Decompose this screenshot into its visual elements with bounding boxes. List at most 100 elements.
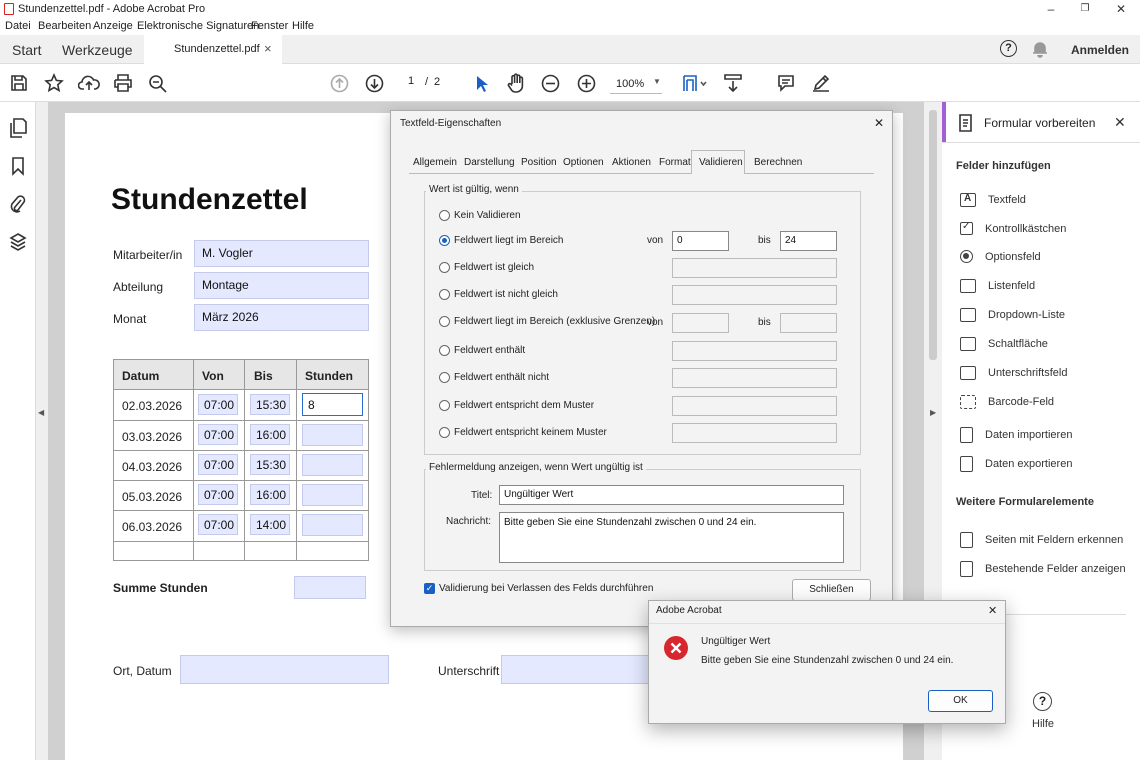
tab-format[interactable]: Format <box>655 157 695 168</box>
help-icon[interactable]: ? <box>1000 40 1017 57</box>
draw-pen-icon[interactable] <box>811 73 831 93</box>
import-data-item[interactable]: Daten importieren <box>960 427 1072 443</box>
radio-range[interactable] <box>439 235 450 246</box>
page-layout-icon[interactable] <box>682 74 708 93</box>
zoom-in-icon[interactable] <box>577 74 596 93</box>
table-cell-from[interactable]: 07:00 <box>198 484 238 505</box>
table-cell-hours[interactable] <box>302 514 363 536</box>
save-icon[interactable] <box>10 74 28 92</box>
menu-anzeige[interactable]: Anzeige <box>93 20 133 32</box>
add-button-item[interactable]: Schaltfläche <box>960 337 1048 351</box>
page-number-input[interactable]: 1 <box>402 75 420 91</box>
tab-start[interactable]: Start <box>12 42 42 58</box>
signin-button[interactable]: Anmelden <box>1071 43 1129 57</box>
employee-field[interactable]: M. Vogler <box>194 240 369 267</box>
table-cell-to[interactable]: 16:00 <box>250 484 290 505</box>
contains-input[interactable] <box>672 341 837 361</box>
table-cell-to[interactable]: 16:00 <box>250 424 290 445</box>
table-cell-hours-active[interactable]: 8 <box>302 393 363 416</box>
panel-close-icon[interactable]: ✕ <box>1114 114 1126 131</box>
option-matches-pattern[interactable]: Feldwert entspricht dem Muster <box>454 400 594 411</box>
tab-options[interactable]: Optionen <box>559 157 608 168</box>
tab-tools[interactable]: Werkzeuge <box>62 42 133 58</box>
scrollbar-thumb[interactable] <box>929 110 937 360</box>
next-page-icon[interactable] <box>365 74 384 93</box>
minimize-button[interactable]: – <box>1034 0 1068 18</box>
attachments-icon[interactable] <box>10 194 26 214</box>
add-signature-field-item[interactable]: Unterschriftsfeld <box>960 366 1067 380</box>
radio-not-equals[interactable] <box>439 289 450 300</box>
option-range[interactable]: Feldwert liegt im Bereich <box>454 235 563 246</box>
page-thumbnails-icon[interactable] <box>9 118 27 138</box>
tab-appearance[interactable]: Darstellung <box>460 157 519 168</box>
equals-input[interactable] <box>672 258 837 278</box>
close-tab-icon[interactable]: × <box>264 41 272 56</box>
zoom-dropdown[interactable]: 100% ▼ <box>610 72 662 94</box>
table-cell-from[interactable]: 07:00 <box>198 514 238 535</box>
radio-range-exclusive[interactable] <box>439 316 450 327</box>
show-fields-item[interactable]: Bestehende Felder anzeigen <box>960 561 1126 577</box>
tab-position[interactable]: Position <box>517 157 561 168</box>
sum-hours-field[interactable] <box>294 576 366 599</box>
error-title-input[interactable]: Ungültiger Wert <box>499 485 844 505</box>
close-dialog-button[interactable]: Schließen <box>792 579 871 601</box>
print-icon[interactable] <box>113 74 133 92</box>
radio-not-matches-pattern[interactable] <box>439 427 450 438</box>
month-field[interactable]: März 2026 <box>194 304 369 331</box>
hand-tool-icon[interactable] <box>506 73 526 94</box>
menu-fenster[interactable]: Fenster <box>251 20 288 32</box>
panel-help-label[interactable]: Hilfe <box>1032 718 1054 730</box>
export-data-item[interactable]: Daten exportieren <box>960 456 1072 472</box>
table-cell-from[interactable]: 07:00 <box>198 394 238 415</box>
tab-calculate[interactable]: Berechnen <box>750 157 806 168</box>
add-barcode-item[interactable]: Barcode-Feld <box>960 395 1054 409</box>
maximize-button[interactable]: ❐ <box>1068 0 1102 18</box>
add-checkbox-item[interactable]: ✓ Kontrollkästchen <box>960 221 1066 235</box>
expand-right-icon[interactable]: ▶ <box>930 408 936 417</box>
tab-actions[interactable]: Aktionen <box>608 157 655 168</box>
menu-hilfe[interactable]: Hilfe <box>292 20 314 32</box>
left-panel-collapse[interactable]: ◀ <box>36 102 48 760</box>
menu-datei[interactable]: Datei <box>5 20 31 32</box>
error-message-textarea[interactable]: Bitte geben Sie eine Stundenzahl zwische… <box>499 512 844 563</box>
scroll-mode-icon[interactable] <box>723 73 743 93</box>
add-dropdown-item[interactable]: Dropdown-Liste <box>960 308 1065 322</box>
radio-no-validation[interactable] <box>439 210 450 221</box>
validate-on-blur-label[interactable]: Validierung bei Verlassen des Felds durc… <box>439 583 653 594</box>
cloud-upload-icon[interactable] <box>78 73 100 93</box>
not-contains-input[interactable] <box>672 368 837 388</box>
option-equals[interactable]: Feldwert ist gleich <box>454 262 534 273</box>
radio-contains[interactable] <box>439 345 450 356</box>
signature-field[interactable] <box>501 655 651 684</box>
option-no-validation[interactable]: Kein Validieren <box>454 210 521 221</box>
radio-not-contains[interactable] <box>439 372 450 383</box>
option-not-matches-pattern[interactable]: Feldwert entspricht keinem Muster <box>454 427 607 438</box>
tab-validate[interactable]: Validieren <box>695 157 747 168</box>
radio-equals[interactable] <box>439 262 450 273</box>
close-window-button[interactable]: ✕ <box>1104 0 1138 18</box>
bookmark-star-icon[interactable] <box>44 73 64 93</box>
range-exclusive-from-input[interactable] <box>672 313 729 333</box>
range-to-input[interactable]: 24 <box>780 231 837 251</box>
menu-bearbeiten[interactable]: Bearbeiten <box>38 20 91 32</box>
panel-help-icon[interactable]: ? <box>1033 692 1052 711</box>
detect-fields-item[interactable]: Seiten mit Feldern erkennen <box>960 532 1123 548</box>
option-not-equals[interactable]: Feldwert ist nicht gleich <box>454 289 558 300</box>
table-cell-hours[interactable] <box>302 484 363 506</box>
not-pattern-input[interactable] <box>672 423 837 443</box>
table-cell-to[interactable]: 15:30 <box>250 454 290 475</box>
tab-document[interactable]: Stundenzettel.pdf × <box>144 35 282 65</box>
range-exclusive-to-input[interactable] <box>780 313 837 333</box>
department-field[interactable]: Montage <box>194 272 369 299</box>
range-from-input[interactable]: 0 <box>672 231 729 251</box>
dialog-close-icon[interactable]: ✕ <box>874 116 884 130</box>
place-date-field[interactable] <box>180 655 389 684</box>
option-range-exclusive[interactable]: Feldwert liegt im Bereich (exklusive Gre… <box>454 316 655 327</box>
add-textfield-item[interactable]: A Textfeld <box>960 193 1026 207</box>
add-radio-item[interactable]: Optionsfeld <box>960 250 1041 263</box>
radio-matches-pattern[interactable] <box>439 400 450 411</box>
table-cell-to[interactable]: 15:30 <box>250 394 290 415</box>
notification-bell-icon[interactable] <box>1032 40 1048 58</box>
tab-general[interactable]: Allgemein <box>409 157 461 168</box>
add-listbox-item[interactable]: Listenfeld <box>960 279 1035 293</box>
